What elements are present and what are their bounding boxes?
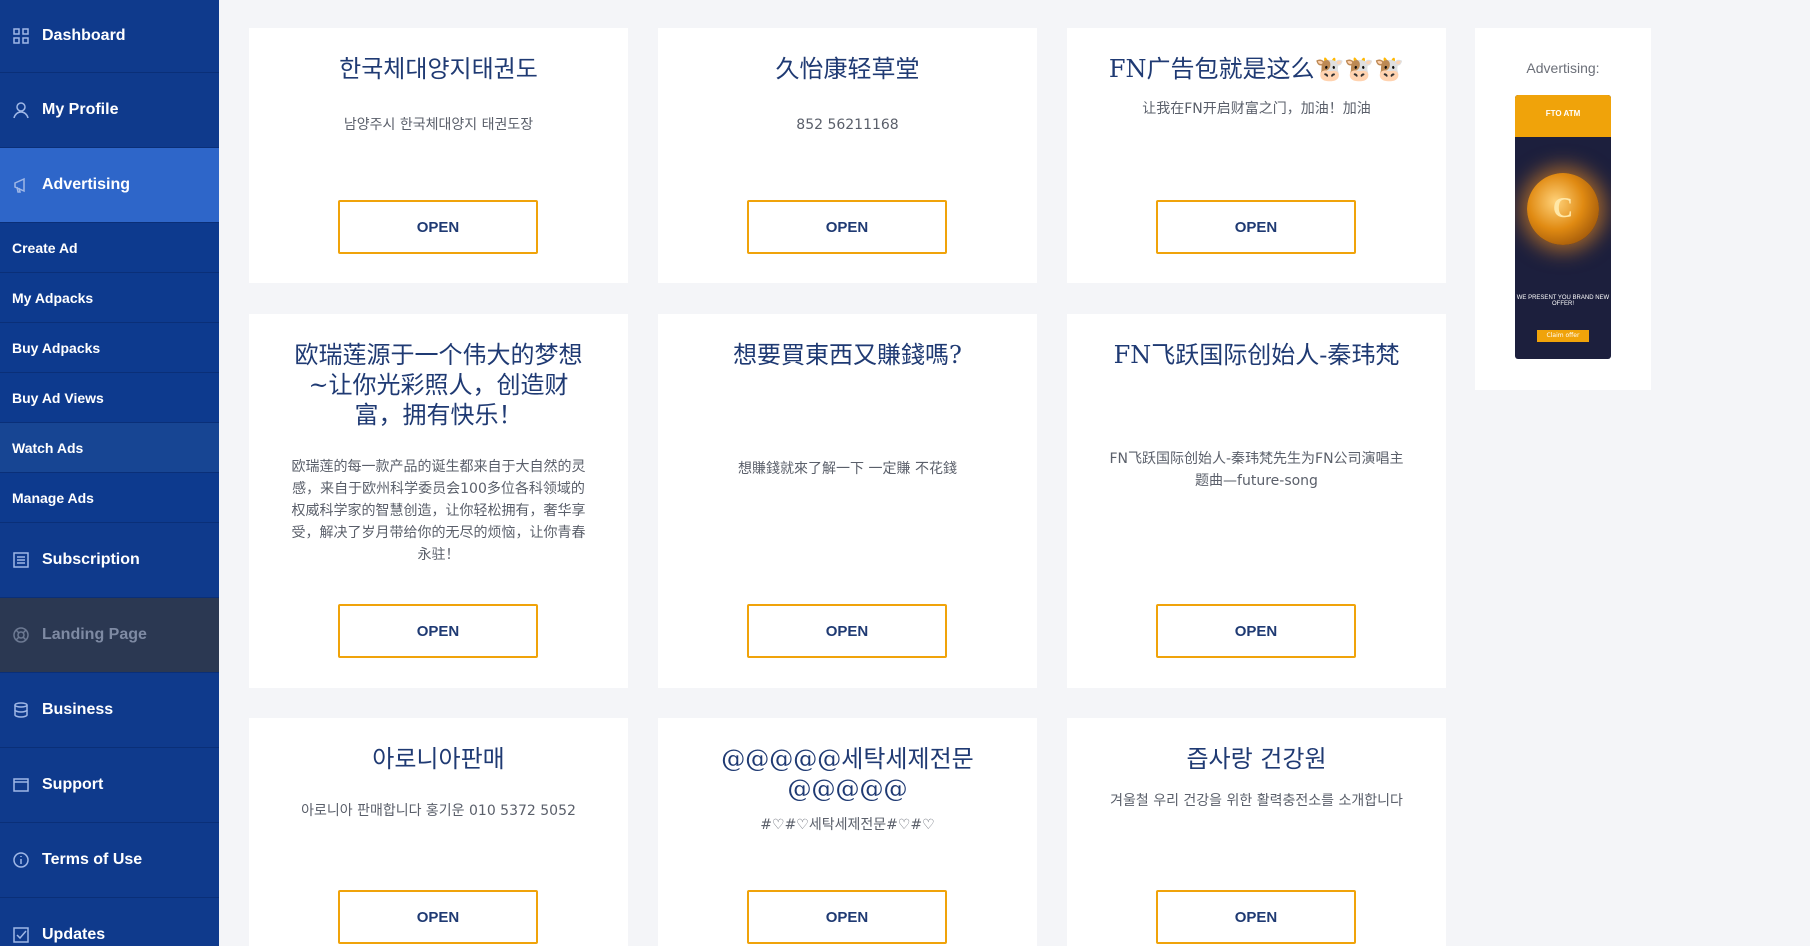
ad-card-description: 欧瑞莲的每一款产品的诞生都来自于大自然的灵感，来自于欧州科学委员会100多位各科… <box>291 459 586 563</box>
sidebar-subitem-create-ad[interactable]: Create Ad <box>0 223 219 273</box>
sidebar-subitem-manage-ads[interactable]: Manage Ads <box>0 473 219 523</box>
sidebar-item-label: Updates <box>42 926 106 943</box>
sidebar-item-terms-of-use[interactable]: Terms of Use <box>0 823 219 898</box>
sidebar-subitem-label: Manage Ads <box>12 489 94 506</box>
ad-card-title: 즙사랑 건강원 <box>1186 745 1327 773</box>
open-button[interactable]: OPEN <box>1156 200 1356 254</box>
ad-banner-title: FTO ATM <box>1515 95 1611 137</box>
ad-card-title: 久怡康轻草堂 <box>775 55 920 83</box>
ad-card: FN飞跃国际创始人-秦玮梵 FN飞跃国际创始人-秦玮梵先生为FN公司演唱主题曲—… <box>1067 314 1446 688</box>
sidebar-item-support[interactable]: Support <box>0 748 219 823</box>
ad-card: 아로니아판매 아로니아 판매합니다 홍기운 010 5372 5052 OPEN <box>249 718 628 946</box>
ad-card-description: 남양주시 한국체대양지 태권도장 <box>343 117 534 133</box>
ad-card-title: 欧瑞莲源于一个伟大的梦想~让你光彩照人，创造财富，拥有快乐！ <box>294 341 583 429</box>
advertising-box: Advertising: FTO ATM C WE PRESENT YOU BR… <box>1475 28 1651 390</box>
database-icon <box>12 701 30 719</box>
checkbox-icon <box>12 926 30 944</box>
grid-icon <box>12 27 30 45</box>
sidebar-item-label: Business <box>42 701 114 718</box>
ad-card-title: 想要買東西又賺錢嗎? <box>733 341 962 369</box>
sidebar-subitem-buy-ad-views[interactable]: Buy Ad Views <box>0 373 219 423</box>
open-button[interactable]: OPEN <box>338 890 538 944</box>
ad-card: 欧瑞莲源于一个伟大的梦想~让你光彩照人，创造财富，拥有快乐！ 欧瑞莲的每一款产品… <box>249 314 628 688</box>
open-button[interactable]: OPEN <box>338 200 538 254</box>
ad-card-title: FN广告包就是这么🐮🐮🐮 <box>1108 55 1405 83</box>
open-button[interactable]: OPEN <box>1156 890 1356 944</box>
megaphone-icon <box>12 176 30 194</box>
ad-card-title: FN飞跃国际创始人-秦玮梵 <box>1113 341 1400 369</box>
ad-card: FN广告包就是这么🐮🐮🐮 让我在FN开启财富之门，加油！加油 OPEN <box>1067 28 1446 283</box>
sidebar-item-label: Support <box>42 776 104 793</box>
advertising-label: Advertising: <box>1526 60 1600 76</box>
open-button[interactable]: OPEN <box>338 604 538 658</box>
ad-banner-cta[interactable]: Claim offer <box>1537 330 1589 342</box>
open-button[interactable]: OPEN <box>747 604 947 658</box>
sidebar-item-dashboard[interactable]: Dashboard <box>0 0 219 73</box>
coin-letter: C <box>1552 193 1574 224</box>
ad-banner[interactable]: FTO ATM C WE PRESENT YOU BRAND NEW OFFER… <box>1515 95 1611 359</box>
sidebar-item-label: My Profile <box>42 101 119 118</box>
ad-card-description: 852 56211168 <box>796 117 899 133</box>
user-icon <box>12 101 30 119</box>
sidebar-item-label: Landing Page <box>42 626 147 643</box>
sidebar-item-label: Advertising <box>42 176 131 193</box>
ad-card: @@@@@세탁세제전문@@@@@ #♡#♡세탁세제전문#♡#♡ OPEN <box>658 718 1037 946</box>
ad-card-description: 让我在FN开启财富之门，加油！加油 <box>1142 101 1371 117</box>
ad-card: 想要買東西又賺錢嗎? 想賺錢就來了解一下 一定賺 不花錢 OPEN <box>658 314 1037 688</box>
ad-card: 久怡康轻草堂 852 56211168 OPEN <box>658 28 1037 283</box>
sidebar-subitem-label: My Adpacks <box>12 289 94 306</box>
ad-card-title: @@@@@세탁세제전문@@@@@ <box>721 745 974 803</box>
sidebar-item-landing-page[interactable]: Landing Page <box>0 598 219 673</box>
sidebar: Dashboard My Profile Advertising Create … <box>0 0 219 946</box>
sidebar-subitem-label: Watch Ads <box>12 439 84 456</box>
sidebar-item-updates[interactable]: Updates <box>0 898 219 946</box>
open-button[interactable]: OPEN <box>747 890 947 944</box>
ad-card: 즙사랑 건강원 겨울철 우리 건강을 위한 활력충전소를 소개합니다 OPEN <box>1067 718 1446 946</box>
ad-card-description: FN飞跃国际创始人-秦玮梵先生为FN公司演唱主题曲—future-song <box>1109 451 1404 489</box>
sidebar-subitem-my-adpacks[interactable]: My Adpacks <box>0 273 219 323</box>
ad-card-title: 한국체대양지태권도 <box>339 55 538 83</box>
open-button[interactable]: OPEN <box>1156 604 1356 658</box>
open-button[interactable]: OPEN <box>747 200 947 254</box>
list-icon <box>12 551 30 569</box>
coin-icon: C <box>1527 173 1599 245</box>
ad-banner-subtitle: WE PRESENT YOU BRAND NEW OFFER! <box>1516 295 1610 307</box>
window-icon <box>12 776 30 794</box>
sidebar-item-label: Dashboard <box>42 27 126 44</box>
sidebar-item-label: Terms of Use <box>42 851 143 868</box>
ad-card-description: #♡#♡세탁세제전문#♡#♡ <box>760 817 935 833</box>
ad-card-title: 아로니아판매 <box>372 745 505 773</box>
sidebar-item-my-profile[interactable]: My Profile <box>0 73 219 148</box>
sidebar-item-advertising[interactable]: Advertising <box>0 148 219 223</box>
sidebar-subitem-watch-ads[interactable]: Watch Ads <box>0 423 219 473</box>
sidebar-subitem-label: Buy Ad Views <box>12 389 104 406</box>
sidebar-subitem-label: Create Ad <box>12 239 78 256</box>
sidebar-item-business[interactable]: Business <box>0 673 219 748</box>
ad-card-description: 想賺錢就來了解一下 一定賺 不花錢 <box>738 461 957 477</box>
lifebuoy-icon <box>12 626 30 644</box>
sidebar-item-subscription[interactable]: Subscription <box>0 523 219 598</box>
ad-card: 한국체대양지태권도 남양주시 한국체대양지 태권도장 OPEN <box>249 28 628 283</box>
ad-card-description: 겨울철 우리 건강을 위한 활력충전소를 소개합니다 <box>1110 793 1403 809</box>
ad-card-description: 아로니아 판매합니다 홍기운 010 5372 5052 <box>301 803 576 819</box>
info-icon <box>12 851 30 869</box>
sidebar-subitem-buy-adpacks[interactable]: Buy Adpacks <box>0 323 219 373</box>
sidebar-subitem-label: Buy Adpacks <box>12 339 101 356</box>
sidebar-item-label: Subscription <box>42 551 140 568</box>
